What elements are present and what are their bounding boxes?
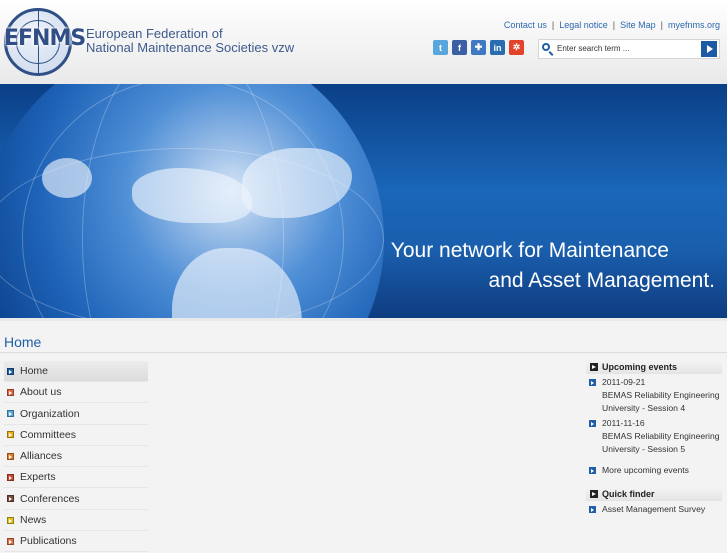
more-events-link[interactable]: More upcoming events bbox=[586, 464, 722, 477]
search-box bbox=[538, 39, 720, 59]
linkedin-icon[interactable]: in bbox=[490, 40, 505, 55]
tagline-line1: Your network for Maintenance bbox=[390, 239, 669, 262]
arrow-icon bbox=[7, 367, 14, 375]
top-links: Contact us | Legal notice | Site Map | myefnms… bbox=[503, 20, 720, 30]
event-item[interactable]: 2011-11-16 BEMAS Reliability Engineering … bbox=[586, 417, 722, 456]
site-map-link[interactable]: Site Map bbox=[620, 20, 656, 30]
nav-item-news[interactable]: News bbox=[4, 510, 148, 532]
arrow-icon bbox=[590, 490, 598, 498]
arrow-icon bbox=[7, 431, 14, 439]
arrow-icon bbox=[589, 420, 596, 427]
event-date: 2011-09-21 bbox=[602, 377, 646, 387]
page-title: Home bbox=[4, 334, 42, 350]
org-name-line1: European Federation of bbox=[86, 26, 223, 41]
events-list: 2011-09-21 BEMAS Reliability Engineering … bbox=[586, 376, 722, 456]
quick-finder-header: Quick finder bbox=[586, 487, 722, 501]
upcoming-events-header: Upcoming events bbox=[586, 360, 722, 374]
arrow-icon bbox=[7, 537, 14, 545]
arrow-icon bbox=[7, 516, 14, 524]
nav-item-committees[interactable]: Committees bbox=[4, 425, 148, 446]
nav-item-experts[interactable]: Experts bbox=[4, 467, 148, 489]
delicious-icon[interactable]: ✚ bbox=[471, 40, 486, 55]
search-submit-button[interactable] bbox=[701, 41, 717, 57]
quick-finder-item[interactable]: Asset Management Survey bbox=[586, 503, 722, 516]
legal-notice-link[interactable]: Legal notice bbox=[559, 20, 608, 30]
event-item[interactable]: 2011-09-21 BEMAS Reliability Engineering … bbox=[586, 376, 722, 415]
quick-finder-title: Quick finder bbox=[602, 489, 655, 499]
more-events-label[interactable]: More upcoming events bbox=[602, 464, 689, 477]
upcoming-events-title: Upcoming events bbox=[602, 362, 678, 372]
stumbleupon-icon[interactable]: ✲ bbox=[509, 40, 524, 55]
nav-item-label: Committees bbox=[20, 428, 77, 441]
arrow-icon bbox=[7, 388, 14, 396]
event-text[interactable]: 2011-09-21 BEMAS Reliability Engineering … bbox=[602, 376, 722, 415]
event-title[interactable]: BEMAS Reliability Engineering University… bbox=[602, 430, 722, 456]
twitter-icon[interactable]: t bbox=[433, 40, 448, 55]
arrow-icon bbox=[7, 495, 14, 503]
nav-item-organization[interactable]: Organization bbox=[4, 404, 148, 425]
nav-item-label: About us bbox=[20, 386, 62, 399]
arrow-icon bbox=[589, 379, 596, 386]
banner-tagline: Your network for Maintenance and Asset M… bbox=[391, 236, 715, 296]
nav-item-label: Organization bbox=[20, 407, 80, 420]
left-navigation: Home About us Organization Committees Allian… bbox=[4, 361, 148, 553]
nav-item-about-us[interactable]: About us bbox=[4, 382, 148, 404]
facebook-icon[interactable]: f bbox=[452, 40, 467, 55]
right-sidebar: Upcoming events 2011-09-21 BEMAS Reliabil… bbox=[586, 360, 722, 516]
event-title[interactable]: BEMAS Reliability Engineering University… bbox=[602, 389, 722, 415]
arrow-icon bbox=[590, 363, 598, 371]
organization-name: European Federation of National Maintena… bbox=[86, 27, 294, 55]
event-text[interactable]: 2011-11-16 BEMAS Reliability Engineering … bbox=[602, 417, 722, 456]
nav-item-label: News bbox=[20, 514, 47, 527]
org-name-line2: National Maintenance Societies vzw bbox=[86, 40, 295, 55]
nav-item-label: Alliances bbox=[20, 450, 63, 463]
nav-item-home[interactable]: Home bbox=[4, 361, 148, 382]
arrow-icon bbox=[589, 506, 596, 513]
arrow-icon bbox=[7, 410, 14, 418]
myefnms-link[interactable]: myefnms.org bbox=[668, 20, 720, 30]
logo-text[interactable]: EFNMS bbox=[4, 26, 86, 51]
nav-item-label: Publications bbox=[20, 535, 77, 548]
header: EFNMS European Federation of National Ma… bbox=[0, 0, 727, 84]
arrow-icon bbox=[7, 452, 14, 460]
nav-item-label: Experts bbox=[20, 471, 56, 484]
search-icon bbox=[542, 43, 550, 51]
nav-item-alliances[interactable]: Alliances bbox=[4, 446, 148, 468]
nav-item-label: Conferences bbox=[20, 492, 80, 505]
search-input[interactable] bbox=[557, 42, 692, 55]
arrow-icon bbox=[589, 467, 596, 474]
event-date: 2011-11-16 bbox=[602, 418, 645, 428]
hero-banner: Your network for Maintenance and Asset M… bbox=[0, 84, 727, 321]
arrow-icon bbox=[7, 473, 14, 481]
quick-finder-label[interactable]: Asset Management Survey bbox=[602, 503, 705, 516]
nav-item-label: Home bbox=[20, 365, 49, 377]
globe-image bbox=[0, 84, 384, 318]
tagline-line2: and Asset Management. bbox=[488, 269, 715, 292]
nav-item-conferences[interactable]: Conferences bbox=[4, 489, 148, 510]
divider bbox=[0, 352, 727, 353]
social-icons: t f ✚ in ✲ bbox=[433, 40, 524, 55]
contact-us-link[interactable]: Contact us bbox=[504, 20, 547, 30]
nav-item-publications[interactable]: Publications bbox=[4, 531, 148, 553]
